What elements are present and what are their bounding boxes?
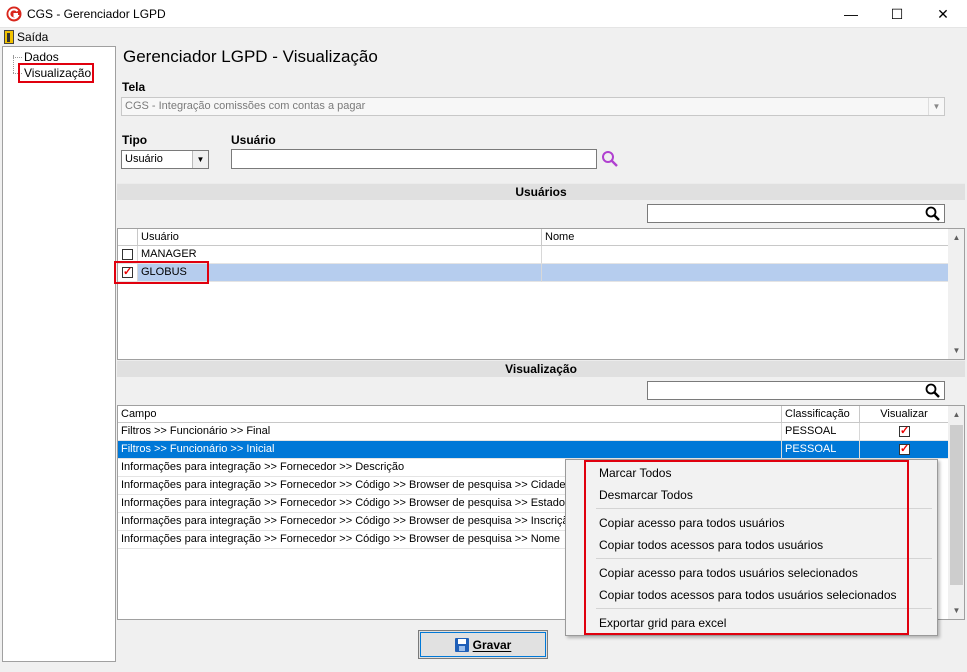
chevron-down-icon[interactable]: ▼ [192,151,208,168]
campo-cell: Informações para integração >> Fornecedo… [121,479,566,491]
chevron-down-icon[interactable]: ▼ [928,98,944,115]
tipo-select[interactable]: Usuário ▼ [121,150,209,169]
tipo-label: Tipo [122,133,148,147]
menu-bar: Saída [0,28,967,46]
tipo-value: Usuário [125,153,163,165]
campo-cell: Filtros >> Funcionário >> Final [121,425,271,437]
search-user-icon[interactable] [601,150,619,168]
search-icon[interactable] [924,382,942,400]
tela-label: Tela [122,80,146,94]
navigation-tree: Dados Visualização [2,46,116,662]
highlight-box [18,63,94,83]
visualizacao-scrollbar[interactable]: ▲ ▼ [948,406,964,619]
table-row-selected[interactable]: GLOBUS [118,264,949,282]
grid-header-check [118,229,138,246]
save-icon [454,637,469,652]
table-row-selected[interactable]: Filtros >> Funcionário >> Inicial PESSOA… [118,441,949,459]
gravar-button[interactable]: Gravar [418,630,548,659]
classificacao-cell: PESSOAL [785,425,837,437]
column-header-usuario[interactable]: Usuário [138,229,542,246]
usuarios-grid: Usuário Nome MANAGER GLOBUS ▲ ▼ [117,228,965,360]
tela-value: CGS - Integração comissões com contas a … [125,100,366,112]
scroll-down-icon[interactable]: ▼ [948,342,964,359]
exit-menu-item[interactable]: Saída [4,29,48,45]
usuario-input[interactable] [231,149,597,169]
grid-header: Usuário Nome [118,229,949,246]
maximize-icon: ☐ [890,5,904,22]
visualizacao-section-header: Visualização [117,360,965,377]
campo-cell: Informações para integração >> Fornecedo… [121,533,561,545]
campo-cell: Informações para integração >> Fornecedo… [121,497,565,509]
visualizacao-filter-input[interactable] [647,381,945,400]
close-icon: ✕ [937,5,949,22]
table-row[interactable]: Filtros >> Funcionário >> Final PESSOAL [118,423,949,441]
campo-cell: Informações para integração >> Fornecedo… [121,515,575,527]
tela-select[interactable]: CGS - Integração comissões com contas a … [121,97,945,116]
column-header-classificacao[interactable]: Classificação [782,406,860,423]
scroll-down-icon[interactable]: ▼ [948,602,964,619]
user-cell: MANAGER [141,248,197,260]
tree-item-dados[interactable]: Dados [24,50,59,64]
usuarios-section-header: Usuários [117,183,965,200]
title-bar: CGS - Gerenciador LGPD — ☐ ✕ [0,0,967,28]
exit-door-icon [4,30,14,44]
page-title: Gerenciador LGPD - Visualização [123,47,378,66]
usuarios-filter-input[interactable] [647,204,945,223]
search-icon[interactable] [924,205,942,223]
classificacao-cell: PESSOAL [785,443,837,455]
tree-connector [13,57,22,58]
window-title: CGS - Gerenciador LGPD [27,7,166,21]
scroll-thumb[interactable] [950,425,963,585]
maximize-button[interactable]: ☐ [874,0,920,28]
column-header-campo[interactable]: Campo [118,406,782,423]
campo-cell: Informações para integração >> Fornecedo… [121,461,405,473]
usuario-label: Usuário [231,133,276,147]
column-header-nome[interactable]: Nome [542,229,949,246]
minimize-button[interactable]: — [828,0,874,28]
highlight-box [584,460,909,635]
scroll-up-icon[interactable]: ▲ [948,406,964,423]
highlight-box [114,261,209,284]
visualizar-checkbox[interactable] [899,442,910,455]
close-button[interactable]: ✕ [920,0,966,28]
focus-ring [420,632,546,657]
exit-menu-label: Saída [17,30,49,44]
minimize-icon: — [844,6,858,22]
row-checkbox[interactable] [122,249,133,260]
scroll-track[interactable] [950,246,963,342]
campo-cell: Filtros >> Funcionário >> Inicial [121,443,275,455]
table-row[interactable]: MANAGER [118,246,949,264]
usuarios-scrollbar[interactable]: ▲ ▼ [948,229,964,359]
column-header-visualizar[interactable]: Visualizar [860,406,949,423]
visualizar-checkbox[interactable] [899,424,910,437]
grid-header: Campo Classificação Visualizar [118,406,949,423]
scroll-up-icon[interactable]: ▲ [948,229,964,246]
app-logo-icon [6,6,22,22]
